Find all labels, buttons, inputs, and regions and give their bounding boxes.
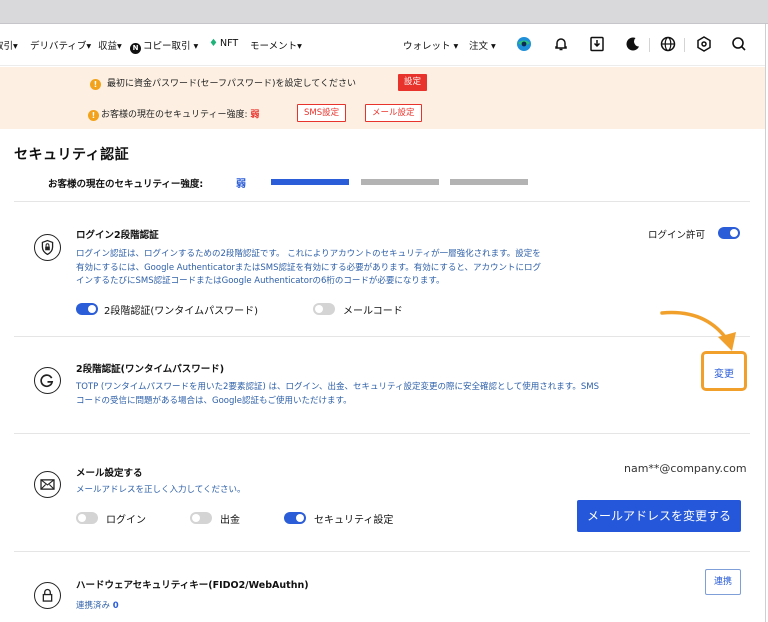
- login-2fa-title: ログイン2段階認証: [76, 230, 159, 241]
- otp-desc-line: TOTP (ワンタイムパスワードを用いた2要素認証) は、ログイン、出金、セキュ…: [76, 382, 599, 392]
- app-window: 取引▾ デリバティブ▾ 収益▾ Nコピー取引 ▾ ♦NFT モーメント▾ ウォレ…: [0, 24, 766, 622]
- fund-password-warning: ! 最初に資金パスワード(セーフパスワード)を設定してください: [90, 76, 356, 90]
- nav-moments[interactable]: モーメント▾: [250, 38, 302, 52]
- login-permission-toggle[interactable]: [718, 227, 740, 239]
- section-divider: [14, 201, 750, 202]
- otp-toggle[interactable]: [76, 303, 98, 315]
- otp-desc-line: コードの受信に問題がある場合は、Google認証もご使用いただけます。: [76, 395, 352, 406]
- nav-copy-trade[interactable]: N コピー取引 ▾: [130, 38, 198, 54]
- language-globe-icon[interactable]: [659, 35, 677, 53]
- strength-bar-segment: [361, 179, 439, 185]
- section-divider: [14, 336, 750, 337]
- fund-password-text: 最初に資金パスワード(セーフパスワード)を設定してください: [107, 79, 356, 89]
- otp-title: 2段階認証(ワンタイムパスワード): [76, 364, 225, 375]
- strength-bar-segment: [271, 179, 349, 185]
- warning-icon: !: [88, 110, 99, 121]
- strength-bar-segment: [450, 179, 528, 185]
- nav-copy-trade-label: コピー取引 ▾: [143, 41, 199, 52]
- security-strength-warning: ! お客様の現在のセキュリティー強度: 弱: [88, 107, 259, 121]
- mail-withdraw-label: 出金: [220, 515, 240, 526]
- copy-trade-icon: N: [130, 43, 141, 54]
- mail-security-label: セキュリティ設定: [314, 515, 394, 526]
- nav-nft[interactable]: ♦ NFT: [209, 38, 238, 49]
- google-authenticator-icon: [34, 367, 61, 394]
- nav-derivatives[interactable]: デリバティブ▾: [30, 38, 91, 52]
- hardware-key-linked: 連携済み 0: [76, 599, 119, 611]
- download-icon[interactable]: [588, 35, 606, 53]
- login-2fa-desc-line: ログイン認証は、ログインするための2段階認証です。 これによりアカウントのセキュ…: [76, 249, 541, 259]
- registered-email: nam**@company.com: [624, 462, 747, 475]
- nav-wallet[interactable]: ウォレット ▾: [403, 38, 458, 52]
- login-2fa-desc-line: 有効にするには、Google AuthenticatorまたはSMS認証を有効に…: [76, 262, 542, 273]
- otp-toggle-label: 2段階認証(ワンタイムパスワード): [104, 306, 258, 317]
- security-strength-value: 弱: [236, 179, 246, 190]
- otp-description: TOTP (ワンタイムパスワードを用いた2要素認証) は、ログイン、出金、セキュ…: [76, 381, 599, 408]
- login-2fa-description: ログイン認証は、ログインするための2段階認証です。 これによりアカウントのセキュ…: [76, 248, 541, 289]
- nav-divider: [649, 38, 650, 52]
- mail-settings-button[interactable]: メール設定: [365, 104, 422, 122]
- globe-chain-icon[interactable]: [515, 35, 533, 53]
- envelope-icon: [34, 471, 61, 498]
- otp-change-button[interactable]: 変更: [701, 351, 747, 391]
- page-title: セキュリティ認証: [14, 147, 130, 163]
- hardware-key-title: ハードウェアセキュリティキー(FIDO2/WebAuthn): [76, 580, 309, 591]
- linked-label: 連携済み: [76, 601, 111, 611]
- section-divider: [14, 433, 750, 434]
- nav-orders[interactable]: 注文 ▾: [469, 38, 496, 52]
- login-permission-label: ログイン許可: [648, 230, 706, 241]
- sms-settings-button[interactable]: SMS設定: [297, 104, 347, 122]
- mail-code-toggle[interactable]: [313, 303, 335, 315]
- otp-change-label: 変更: [714, 369, 734, 380]
- nav-trade[interactable]: 取引▾: [0, 38, 18, 52]
- set-fund-password-button[interactable]: 設定: [398, 74, 428, 91]
- nav-nft-label: NFT: [219, 38, 239, 49]
- change-email-button[interactable]: メールアドレスを変更する: [577, 500, 741, 532]
- warning-banner: ! 最初に資金パスワード(セーフパスワード)を設定してください 設定 ! お客様の現…: [0, 67, 765, 129]
- mail-security-toggle[interactable]: [284, 512, 306, 524]
- browser-titlebar: [0, 0, 768, 24]
- top-nav: 取引▾ デリバティブ▾ 収益▾ Nコピー取引 ▾ ♦NFT モーメント▾ ウォレ…: [0, 24, 765, 66]
- security-strength-label: お客様の現在のセキュリティー強度:: [48, 179, 204, 190]
- mail-withdraw-toggle[interactable]: [190, 512, 212, 524]
- dark-mode-icon[interactable]: [624, 35, 642, 53]
- shield-lock-icon: [34, 234, 61, 261]
- warning-icon: !: [90, 79, 101, 90]
- nav-divider: [684, 38, 685, 52]
- login-2fa-desc-line: インするたびにSMS認証コードまたはGoogle Authenticatorの6…: [76, 276, 445, 286]
- security-strength-weak: 弱: [250, 110, 260, 120]
- link-hardware-key-button[interactable]: 連携: [705, 569, 741, 595]
- padlock-icon: [34, 582, 61, 609]
- section-divider: [14, 551, 750, 552]
- search-icon[interactable]: [730, 35, 748, 53]
- security-strength-text: お客様の現在のセキュリティー強度:: [101, 110, 251, 120]
- nft-flame-icon: ♦: [209, 38, 218, 49]
- settings-hexagon-icon[interactable]: [695, 35, 713, 53]
- mail-settings-description: メールアドレスを正しく入力してください。: [76, 485, 246, 495]
- mail-settings-title: メール設定する: [76, 468, 143, 479]
- mail-login-toggle[interactable]: [76, 512, 98, 524]
- nav-earn[interactable]: 収益▾: [98, 38, 122, 52]
- highlight-arrow-icon: [660, 310, 736, 351]
- notification-bell-icon[interactable]: [552, 35, 570, 53]
- linked-count: 0: [112, 601, 119, 611]
- mail-login-label: ログイン: [106, 515, 146, 526]
- mail-code-toggle-label: メールコード: [343, 306, 403, 317]
